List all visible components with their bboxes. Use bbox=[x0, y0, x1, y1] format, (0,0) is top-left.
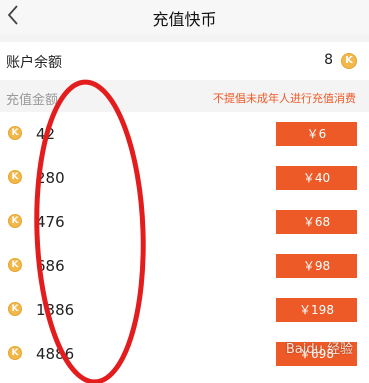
minor-warning: 不提倡未成年人进行充值消费 bbox=[213, 92, 356, 105]
price-button[interactable]: ￥40 bbox=[276, 166, 357, 190]
package-amount: 1386 bbox=[36, 301, 75, 319]
coin-icon: K bbox=[8, 170, 22, 184]
balance-label: 账户余额 bbox=[6, 55, 62, 71]
package-amount: 4886 bbox=[36, 345, 75, 363]
price-button[interactable]: ￥68 bbox=[276, 210, 357, 234]
package-amount: 476 bbox=[36, 213, 65, 231]
package-amount: 280 bbox=[36, 169, 65, 187]
package-row[interactable]: K 280 ￥40 bbox=[0, 156, 369, 199]
package-amount: 686 bbox=[36, 257, 65, 275]
coin-icon: K bbox=[341, 53, 357, 69]
coin-icon: K bbox=[8, 346, 22, 360]
balance-row: 账户余额 8 K bbox=[0, 42, 369, 80]
section-header: 充值金额 不提倡未成年人进行充值消费 bbox=[0, 84, 369, 110]
package-amount: 42 bbox=[36, 125, 56, 143]
package-row[interactable]: K 42 ￥6 bbox=[0, 112, 369, 155]
package-row[interactable]: K 1386 ￥198 bbox=[0, 288, 369, 331]
coin-icon: K bbox=[8, 302, 22, 316]
baidu-watermark: Baidu 经验 bbox=[285, 342, 353, 357]
price-button[interactable]: ￥6 bbox=[276, 122, 357, 146]
package-row[interactable]: K 686 ￥98 bbox=[0, 244, 369, 287]
page-title: 充值快币 bbox=[152, 10, 217, 29]
coin-icon: K bbox=[8, 214, 22, 228]
coin-icon: K bbox=[8, 126, 22, 140]
coin-icon: K bbox=[8, 258, 22, 272]
package-row[interactable]: K 476 ￥68 bbox=[0, 200, 369, 243]
price-button[interactable]: ￥198 bbox=[276, 298, 357, 322]
balance-value: 8 bbox=[324, 52, 333, 68]
section-label: 充值金额 bbox=[6, 93, 59, 108]
price-button[interactable]: ￥98 bbox=[276, 254, 357, 278]
header-bar: 充值快币 bbox=[0, 0, 369, 34]
